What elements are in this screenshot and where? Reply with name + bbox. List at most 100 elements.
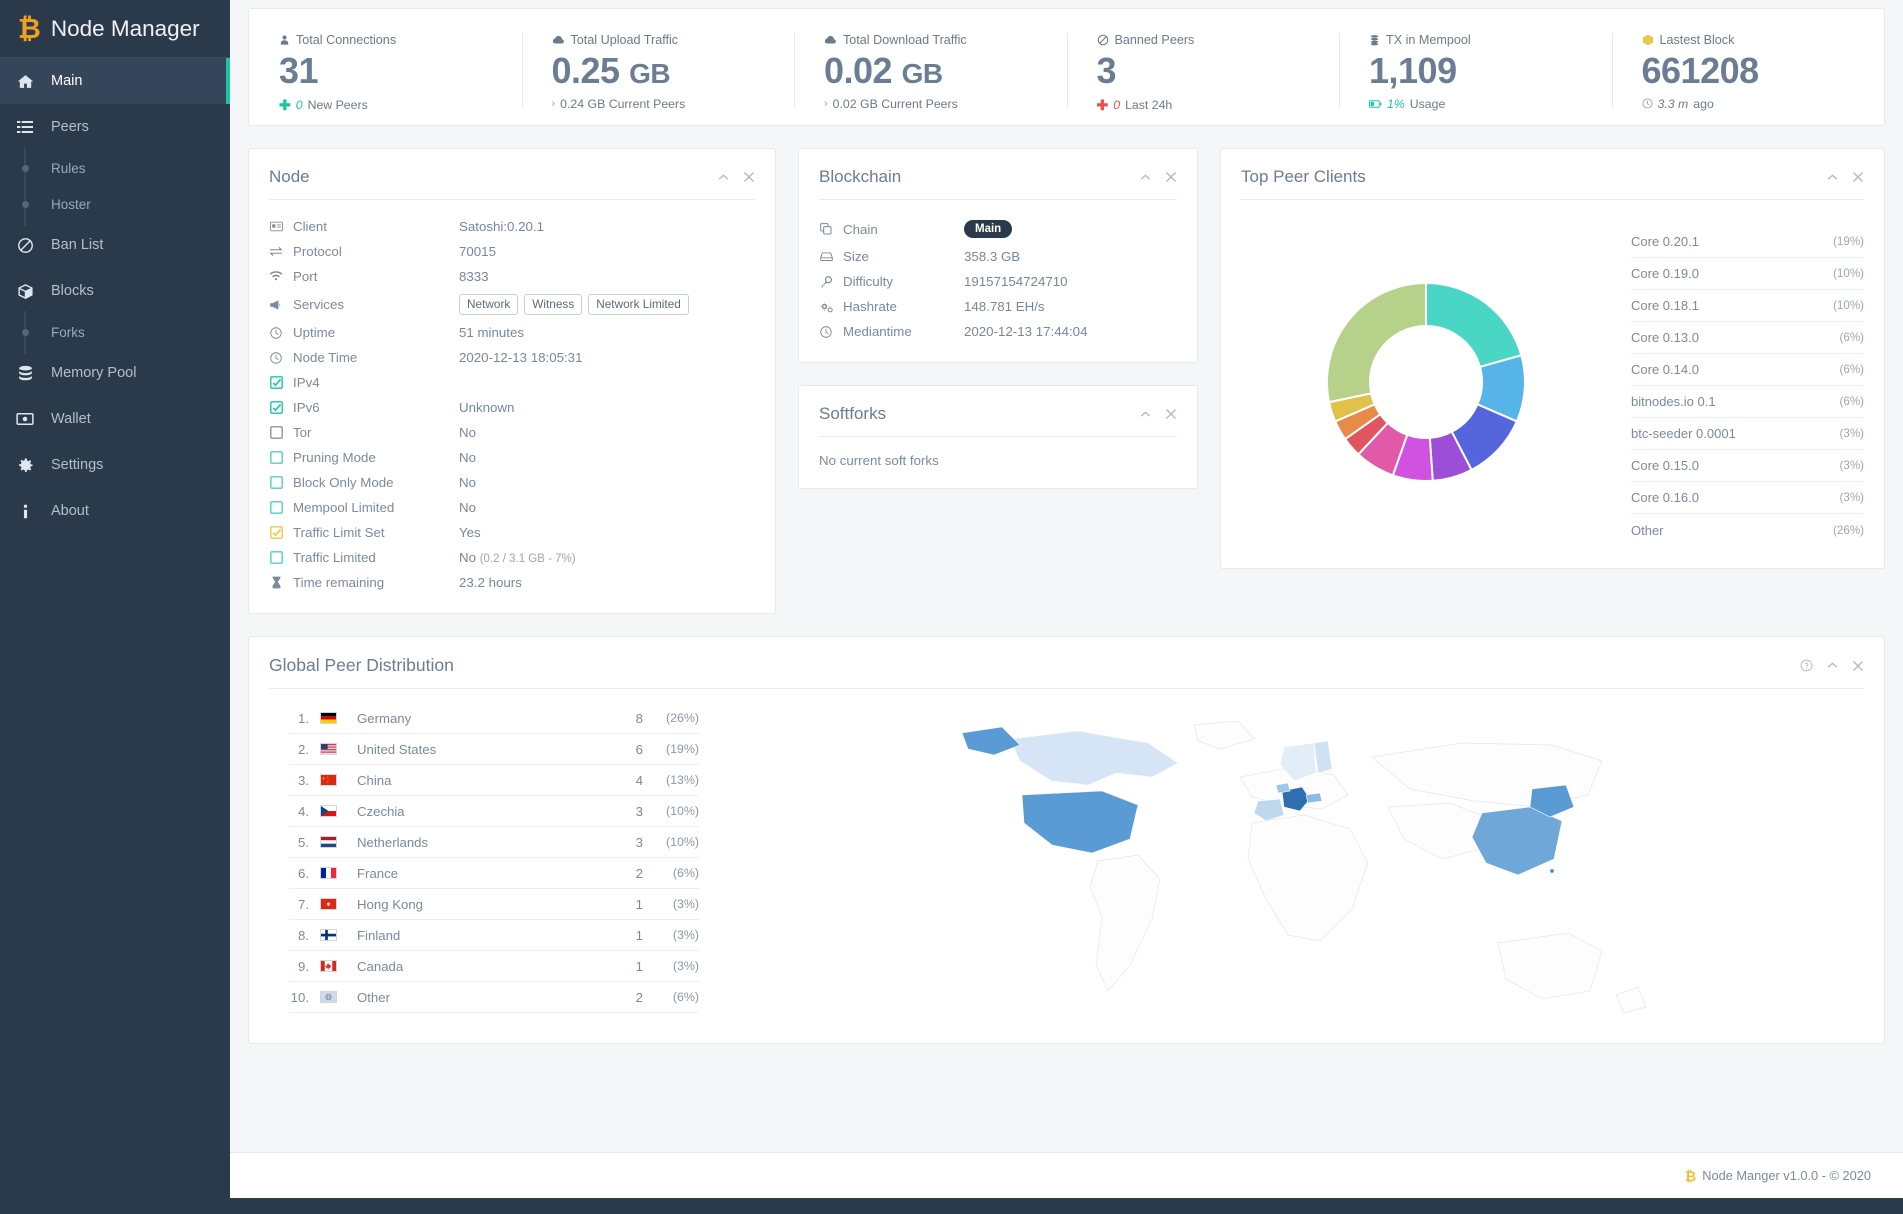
stat-sub-text: 0.24 GB Current Peers: [560, 97, 685, 111]
cube-icon: [15, 283, 35, 300]
detail-label: Client: [269, 219, 459, 234]
detail-label: Pruning Mode: [269, 450, 459, 465]
donut-slice[interactable]: [1426, 283, 1521, 367]
list-item[interactable]: Core 0.16.0(3%): [1631, 482, 1864, 514]
block-icon: [1642, 34, 1654, 46]
close-icon[interactable]: [1165, 171, 1177, 183]
collapse-chevron-icon[interactable]: [717, 171, 730, 184]
table-row[interactable]: 7. ✾ Hong Kong 1 (3%): [289, 889, 699, 920]
label-text: Chain: [843, 222, 878, 237]
stat-value: 661208: [1642, 49, 1885, 93]
sidebar-item-wallet[interactable]: Wallet: [0, 396, 230, 442]
collapse-chevron-icon[interactable]: [1139, 408, 1152, 421]
stat-sub-number: 0: [1113, 98, 1120, 112]
detail-label: IPv6: [269, 400, 459, 415]
geo-country: Netherlands: [339, 835, 613, 850]
world-map[interactable]: [699, 703, 1864, 1023]
geo-panel-body: 1. Germany 8 (26%) 2. United States 6: [249, 689, 1884, 1043]
sidebar-item-hoster[interactable]: Hoster: [0, 186, 230, 222]
flag-de-icon: [317, 712, 339, 724]
list-item[interactable]: Core 0.20.1(19%): [1631, 226, 1864, 258]
sidebar-item-forks[interactable]: Forks: [0, 314, 230, 350]
close-icon[interactable]: [743, 171, 755, 183]
table-row[interactable]: 9. 🍁 Canada 1 (3%): [289, 951, 699, 982]
bottom-bar: [230, 1198, 1903, 1214]
detail-label: Node Time: [269, 350, 459, 365]
upload-cloud-icon: [552, 34, 565, 46]
table-row[interactable]: 3. ★★★★★ China 4 (13%): [289, 765, 699, 796]
checkbox-checked-icon: [269, 526, 283, 539]
stat-sub: › 0.02 GB Current Peers: [824, 97, 1067, 111]
help-icon[interactable]: [1800, 659, 1813, 672]
close-icon[interactable]: [1852, 660, 1864, 672]
sidebar-item-memory-pool[interactable]: Memory Pool: [0, 350, 230, 396]
collapse-chevron-icon[interactable]: [1139, 171, 1152, 184]
sidebar-item-ban-list[interactable]: Ban List: [0, 222, 230, 268]
flag-other-icon: [317, 991, 339, 1003]
table-row[interactable]: 2. United States 6 (19%): [289, 734, 699, 765]
geo-rank: 2.: [289, 742, 317, 757]
table-row[interactable]: 4. Czechia 3 (10%): [289, 796, 699, 827]
label-text: IPv6: [293, 400, 320, 415]
sidebar-label: Main: [51, 73, 82, 89]
sidebar-item-about[interactable]: About: [0, 488, 230, 534]
detail-label: Size: [819, 249, 964, 264]
geo-count: 1: [613, 928, 643, 943]
stat-label-row: Lastest Block: [1642, 33, 1885, 47]
geo-pct: (26%): [643, 711, 699, 725]
sidebar-label: Ban List: [51, 237, 103, 253]
donut-svg: [1301, 257, 1551, 507]
stat-label: Total Connections: [296, 33, 396, 47]
detail-label: Tor: [269, 425, 459, 440]
table-row[interactable]: 8. Finland 1 (3%): [289, 920, 699, 951]
checkbox-checked-icon: [269, 401, 283, 414]
client-pct: (10%): [1833, 299, 1864, 312]
service-tag: Network Limited: [588, 294, 689, 315]
list-item[interactable]: Core 0.19.0(10%): [1631, 258, 1864, 290]
list-item[interactable]: Core 0.15.0(3%): [1631, 450, 1864, 482]
sidebar-item-rules[interactable]: Rules: [0, 150, 230, 186]
table-row[interactable]: 1. Germany 8 (26%): [289, 703, 699, 734]
close-icon[interactable]: [1852, 171, 1864, 183]
stat-total-upload-traffic: Total Upload Traffic 0.25 GB › 0.24 GB C…: [522, 25, 795, 115]
checkbox-empty-icon: [269, 451, 283, 464]
close-icon[interactable]: [1165, 408, 1177, 420]
collapse-chevron-icon[interactable]: [1826, 171, 1839, 184]
list-item[interactable]: Core 0.13.0(6%): [1631, 322, 1864, 354]
detail-value: Unknown: [459, 400, 514, 415]
client-pct: (19%): [1833, 235, 1864, 248]
bullet-icon: [15, 329, 35, 336]
stat-value: 3: [1097, 49, 1340, 93]
client-pct: (6%): [1840, 331, 1864, 344]
donut-slice[interactable]: [1327, 283, 1426, 402]
list-item[interactable]: btc-seeder 0.0001(3%): [1631, 418, 1864, 450]
content: Total Connections 31 ✚ 0 New Peers Tot: [230, 0, 1903, 1152]
detail-row: Difficulty 19157154724710: [819, 269, 1177, 294]
sidebar-item-settings[interactable]: Settings: [0, 442, 230, 488]
table-row[interactable]: 10. Other 2 (6%): [289, 982, 699, 1013]
geo-rank: 6.: [289, 866, 317, 881]
stat-sub-number: 3.3 m: [1658, 97, 1689, 111]
label-text: Traffic Limit Set: [293, 525, 385, 540]
list-item[interactable]: Other(26%): [1631, 514, 1864, 546]
list-item[interactable]: bitnodes.io 0.1(6%): [1631, 386, 1864, 418]
ban-icon: [1097, 34, 1109, 46]
sidebar-item-peers[interactable]: Peers: [0, 104, 230, 150]
table-row[interactable]: 6. France 2 (6%): [289, 858, 699, 889]
stat-number: 0.25: [552, 50, 620, 91]
label-text: Block Only Mode: [293, 475, 394, 490]
flag-us-icon: [317, 743, 339, 755]
list-item[interactable]: Core 0.18.1(10%): [1631, 290, 1864, 322]
clock-icon: [1642, 98, 1653, 109]
panels-row: Node: [248, 148, 1885, 614]
table-row[interactable]: 5. Netherlands 3 (10%): [289, 827, 699, 858]
peer-clients-list: Core 0.20.1(19%) Core 0.19.0(10%) Core 0…: [1631, 218, 1864, 546]
global-peer-distribution-panel: Global Peer Distribution: [248, 636, 1885, 1044]
sidebar-item-main[interactable]: Main: [0, 58, 230, 104]
label-text: IPv4: [293, 375, 320, 390]
list-icon: [15, 119, 35, 135]
collapse-chevron-icon[interactable]: [1826, 659, 1839, 672]
list-item[interactable]: Core 0.14.0(6%): [1631, 354, 1864, 386]
stat-label-row: Total Download Traffic: [824, 33, 1067, 47]
sidebar-item-blocks[interactable]: Blocks: [0, 268, 230, 314]
